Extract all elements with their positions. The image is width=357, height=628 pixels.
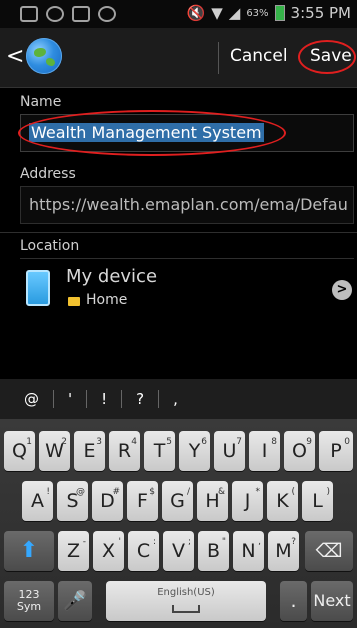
key-r[interactable]: 4R: [109, 431, 140, 471]
action-divider: [218, 42, 219, 74]
key-p[interactable]: 0P: [319, 431, 353, 471]
section-divider: [0, 232, 357, 233]
suggestion-bar: @ ' ! ? ,: [0, 379, 357, 419]
microphone-key-icon[interactable]: 🎤: [58, 581, 92, 621]
suggestion-divider: [121, 390, 123, 408]
key-s[interactable]: @ S: [57, 481, 88, 521]
key-u[interactable]: 7U: [214, 431, 245, 471]
location-folder: Home: [86, 292, 128, 308]
backspace-key-icon[interactable]: ⌫: [305, 531, 353, 571]
globe-icon[interactable]: [26, 38, 62, 74]
app-icon: [98, 6, 116, 22]
battery-icon: [274, 5, 285, 21]
space-key[interactable]: English(US): [106, 581, 266, 621]
space-icon: [172, 605, 200, 613]
keyboard-language: English(US): [157, 587, 215, 598]
key-i[interactable]: 8I: [249, 431, 280, 471]
key-j[interactable]: * J: [232, 481, 263, 521]
mute-icon: 🔇: [186, 4, 206, 22]
key-t[interactable]: 5T: [144, 431, 175, 471]
suggestion-item[interactable]: ,: [173, 390, 178, 408]
keyboard: @ ' ! ? , 1Q 2W 3E 4R 5T 6Y 7U 8I 9O 0P …: [0, 379, 357, 628]
shift-key-icon[interactable]: ⬆: [4, 531, 54, 571]
cancel-button[interactable]: Cancel: [230, 46, 288, 66]
key-q[interactable]: 1Q: [4, 431, 35, 471]
device-icon: [26, 270, 50, 306]
folder-icon: [68, 297, 80, 306]
key-f[interactable]: $ F: [127, 481, 158, 521]
key-y[interactable]: 6Y: [179, 431, 210, 471]
key-m[interactable]: ? M: [268, 531, 299, 571]
clock: 3:55 PM: [290, 4, 351, 22]
key-w[interactable]: 2W: [39, 431, 70, 471]
key-z[interactable]: -Z: [58, 531, 89, 571]
save-highlight-annotation: [298, 40, 356, 74]
key-c[interactable]: :C: [128, 531, 159, 571]
key-e[interactable]: 3E: [74, 431, 105, 471]
signal-icon: ◢: [228, 4, 241, 22]
key-d[interactable]: # D: [92, 481, 123, 521]
period-key[interactable]: .: [280, 581, 307, 621]
key-n[interactable]: ,N: [233, 531, 264, 571]
suggestion-item[interactable]: !: [101, 390, 107, 408]
key-area: 1Q 2W 3E 4R 5T 6Y 7U 8I 9O 0P ! A @ S # D $…: [0, 419, 357, 628]
key-o[interactable]: 9O: [284, 431, 315, 471]
image-icon: [72, 6, 90, 22]
suggestion-item[interactable]: ': [68, 390, 72, 408]
suggestion-divider: [86, 390, 88, 408]
alarm-icon: [46, 6, 64, 22]
status-right: 🔇 ▼ ◢ 63% 3:55 PM: [187, 4, 351, 22]
notification-icons: [20, 6, 116, 22]
suggestion-item[interactable]: ?: [136, 390, 144, 408]
key-l[interactable]: ) L: [302, 481, 333, 521]
suggestion-divider: [158, 390, 160, 408]
address-field[interactable]: https://wealth.emaplan.com/ema/Defau: [20, 186, 354, 224]
symbols-key[interactable]: 123 Sym: [4, 581, 54, 621]
battery-percent: 63%: [246, 7, 269, 19]
back-chevron-icon[interactable]: <: [6, 44, 24, 69]
suggestion-item[interactable]: @: [24, 390, 39, 408]
key-k[interactable]: (K: [267, 481, 298, 521]
address-value: https://wealth.emaplan.com/ema/Defau: [29, 195, 347, 214]
chevron-right-icon[interactable]: >: [332, 280, 352, 300]
name-label: Name: [20, 94, 62, 110]
wifi-icon: ▼: [211, 4, 223, 22]
key-a[interactable]: ! A: [22, 481, 53, 521]
suggestion-divider: [53, 390, 54, 408]
key-x[interactable]: ' X: [93, 531, 124, 571]
address-label: Address: [20, 166, 76, 182]
location-label: Location: [20, 238, 80, 254]
key-g[interactable]: / G: [162, 481, 193, 521]
key-h[interactable]: & H: [197, 481, 228, 521]
next-key[interactable]: Next: [311, 581, 353, 621]
location-title: My device: [66, 266, 158, 287]
key-v[interactable]: ; V: [163, 531, 194, 571]
key-b[interactable]: " B: [198, 531, 229, 571]
action-bar: < Cancel Save: [0, 28, 357, 88]
status-bar: 🔇 ▼ ◢ 63% 3:55 PM: [0, 0, 357, 28]
location-divider: [20, 258, 354, 259]
mail-icon: [20, 6, 38, 22]
name-highlight-annotation: [18, 110, 286, 156]
